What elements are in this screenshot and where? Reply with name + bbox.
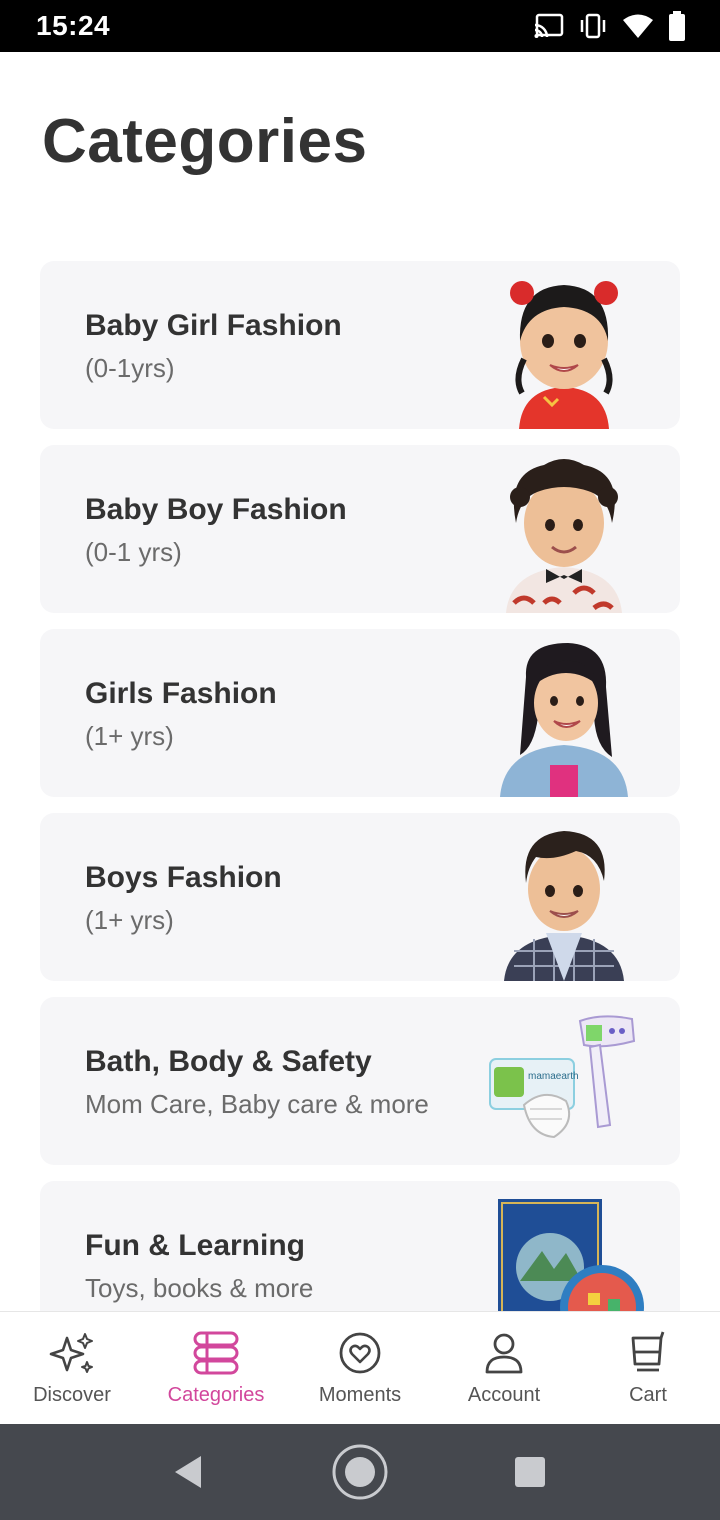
category-subtitle: Toys, books & more: [85, 1273, 314, 1303]
category-subtitle: (0-1 yrs): [85, 537, 182, 567]
category-subtitle: (1+ yrs): [85, 905, 174, 935]
nav-item-cart[interactable]: Cart: [576, 1312, 720, 1425]
nav-item-account[interactable]: Account: [432, 1312, 576, 1425]
category-title: Fun & Learning: [85, 1229, 305, 1262]
cast-icon: [534, 13, 564, 38]
cart-icon: [625, 1330, 671, 1376]
category-title: Boys Fashion: [85, 861, 282, 894]
boy-photo: [504, 831, 624, 981]
category-card-girls-fashion[interactable]: Girls Fashion (1+ yrs): [40, 629, 680, 797]
nav-item-moments[interactable]: Moments: [288, 1312, 432, 1425]
categories-icon: [193, 1330, 239, 1376]
category-subtitle: Mom Care, Baby care & more: [85, 1089, 429, 1119]
books-toys-photo: [498, 1199, 644, 1311]
category-list[interactable]: Baby Girl Fashion (0-1yrs) Baby Boy Fash…: [40, 261, 680, 1311]
nav-label: Account: [467, 1384, 541, 1406]
status-bar: 15:24: [0, 0, 720, 52]
girl-photo: [500, 643, 628, 797]
category-subtitle: (1+ yrs): [85, 721, 174, 751]
category-title: Girls Fashion: [85, 677, 277, 710]
home-icon[interactable]: [330, 1442, 390, 1502]
person-icon: [481, 1330, 527, 1376]
category-title: Baby Girl Fashion: [85, 309, 342, 342]
category-card-boys-fashion[interactable]: Boys Fashion (1+ yrs): [40, 813, 680, 981]
system-nav-bar: [0, 1424, 720, 1520]
back-icon[interactable]: [158, 1442, 218, 1502]
status-icons: [534, 10, 686, 42]
sparkle-icon: [49, 1330, 95, 1376]
battery-icon: [669, 11, 685, 41]
nav-item-discover[interactable]: Discover: [0, 1312, 144, 1425]
svg-text:mamaearth: mamaearth: [528, 1071, 579, 1082]
bottom-nav: Discover Categories Moments Account Cart: [0, 1311, 720, 1424]
category-card-bath-body-safety[interactable]: Bath, Body & Safety Mom Care, Baby care …: [40, 997, 680, 1165]
status-time: 15:24: [36, 10, 111, 41]
nav-label: Discover: [33, 1384, 111, 1406]
page-title: Categories: [42, 107, 368, 176]
category-subtitle: (0-1yrs): [85, 353, 175, 383]
recents-icon[interactable]: [500, 1442, 560, 1502]
bath-products-photo: mamaearth: [489, 1015, 636, 1139]
heart-circle-icon: [337, 1330, 383, 1376]
category-card-fun-learning[interactable]: Fun & Learning Toys, books & more: [40, 1181, 680, 1311]
vibrate-icon: [580, 13, 606, 39]
nav-label: Moments: [318, 1384, 402, 1406]
category-title: Baby Boy Fashion: [85, 493, 347, 526]
nav-label: Categories: [167, 1384, 265, 1406]
category-card-baby-boy-fashion[interactable]: Baby Boy Fashion (0-1 yrs): [40, 445, 680, 613]
baby-girl-photo: [510, 281, 618, 429]
nav-item-categories[interactable]: Categories: [144, 1312, 288, 1425]
category-card-baby-girl-fashion[interactable]: Baby Girl Fashion (0-1yrs): [40, 261, 680, 429]
baby-boy-photo: [506, 459, 622, 613]
category-title: Bath, Body & Safety: [85, 1045, 372, 1078]
nav-label: Cart: [629, 1384, 667, 1406]
wifi-icon: [623, 14, 653, 38]
